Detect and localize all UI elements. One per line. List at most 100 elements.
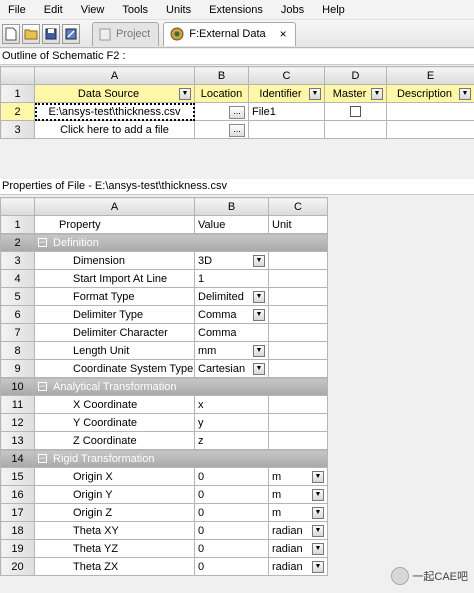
- row-number[interactable]: 2: [0, 233, 35, 252]
- property-name[interactable]: Z Coordinate: [34, 431, 195, 450]
- collapse-icon[interactable]: −: [38, 382, 47, 392]
- unit-cell[interactable]: m ▼: [268, 485, 328, 504]
- unit-cell[interactable]: m ▼: [268, 467, 328, 486]
- data-source-cell[interactable]: E:\ansys-test\thickness.csv: [34, 102, 195, 121]
- column-letter[interactable]: C: [268, 197, 328, 216]
- section-header[interactable]: − Rigid Transformation: [34, 449, 328, 468]
- chevron-down-icon[interactable]: ▼: [312, 524, 324, 537]
- value-cell[interactable]: Delimited ▼: [194, 287, 269, 306]
- chevron-down-icon[interactable]: ▼: [371, 87, 383, 100]
- value-cell[interactable]: Cartesian ▼: [194, 359, 269, 378]
- row-number[interactable]: 1: [0, 215, 35, 234]
- header-identifier[interactable]: Identifier ▼: [248, 84, 325, 103]
- chevron-down-icon[interactable]: ▼: [253, 254, 265, 267]
- value-cell[interactable]: x: [194, 395, 269, 414]
- column-letter[interactable]: B: [194, 66, 249, 85]
- row-number[interactable]: 5: [0, 287, 35, 306]
- value-cell[interactable]: 3D ▼: [194, 251, 269, 270]
- browse-button[interactable]: ...: [229, 123, 245, 137]
- tab-project[interactable]: Project: [92, 21, 160, 46]
- row-number[interactable]: 3: [0, 251, 35, 270]
- column-letter[interactable]: A: [34, 66, 195, 85]
- description-cell[interactable]: [386, 120, 474, 139]
- value-cell[interactable]: 0: [194, 539, 269, 558]
- value-cell[interactable]: y: [194, 413, 269, 432]
- column-letter[interactable]: C: [248, 66, 325, 85]
- property-name[interactable]: Dimension: [34, 251, 195, 270]
- value-cell[interactable]: 0: [194, 521, 269, 540]
- header-master[interactable]: Master ▼: [324, 84, 387, 103]
- browse-button[interactable]: ...: [229, 105, 245, 119]
- unit-cell[interactable]: radian ▼: [268, 521, 328, 540]
- value-cell[interactable]: Comma ▼: [194, 305, 269, 324]
- open-file-button[interactable]: [22, 23, 40, 44]
- chevron-down-icon[interactable]: ▼: [179, 87, 191, 100]
- chevron-down-icon[interactable]: ▼: [312, 560, 324, 573]
- row-number[interactable]: 19: [0, 539, 35, 558]
- property-name[interactable]: Coordinate System Type: [34, 359, 195, 378]
- row-number[interactable]: 18: [0, 521, 35, 540]
- property-name[interactable]: Origin X: [34, 467, 195, 486]
- column-letter[interactable]: D: [324, 66, 387, 85]
- description-cell[interactable]: [386, 102, 474, 121]
- unit-cell[interactable]: radian ▼: [268, 557, 328, 576]
- value-cell[interactable]: 0: [194, 485, 269, 504]
- save-button[interactable]: [42, 23, 60, 44]
- chevron-down-icon[interactable]: ▼: [312, 506, 324, 519]
- row-number[interactable]: 2: [0, 102, 35, 121]
- chevron-down-icon[interactable]: ▼: [312, 488, 324, 501]
- menu-file[interactable]: File: [0, 0, 36, 20]
- property-name[interactable]: Theta YZ: [34, 539, 195, 558]
- property-name[interactable]: Delimiter Character: [34, 323, 195, 342]
- chevron-down-icon[interactable]: ▼: [312, 470, 324, 483]
- chevron-down-icon[interactable]: ▼: [253, 344, 265, 357]
- property-name[interactable]: Theta XY: [34, 521, 195, 540]
- property-name[interactable]: Origin Y: [34, 485, 195, 504]
- save-as-button[interactable]: [62, 23, 80, 44]
- row-number[interactable]: 9: [0, 359, 35, 378]
- unit-cell[interactable]: m ▼: [268, 503, 328, 522]
- menu-jobs[interactable]: Jobs: [273, 0, 314, 20]
- property-name[interactable]: Format Type: [34, 287, 195, 306]
- master-cell[interactable]: [324, 120, 387, 139]
- property-name[interactable]: Theta ZX: [34, 557, 195, 576]
- header-data-source[interactable]: Data Source ▼: [34, 84, 195, 103]
- collapse-icon[interactable]: −: [38, 238, 47, 248]
- menu-extensions[interactable]: Extensions: [201, 0, 273, 20]
- menu-units[interactable]: Units: [158, 0, 201, 20]
- row-number[interactable]: 7: [0, 323, 35, 342]
- chevron-down-icon[interactable]: ▼: [459, 87, 471, 100]
- row-number[interactable]: 16: [0, 485, 35, 504]
- chevron-down-icon[interactable]: ▼: [253, 290, 265, 303]
- value-cell[interactable]: 0: [194, 467, 269, 486]
- menu-view[interactable]: View: [73, 0, 115, 20]
- value-cell[interactable]: mm ▼: [194, 341, 269, 360]
- chevron-down-icon[interactable]: ▼: [253, 362, 265, 375]
- chevron-down-icon[interactable]: ▼: [309, 87, 321, 100]
- section-header[interactable]: − Definition: [34, 233, 328, 252]
- property-name[interactable]: Y Coordinate: [34, 413, 195, 432]
- row-number[interactable]: 1: [0, 84, 35, 103]
- menu-edit[interactable]: Edit: [36, 0, 73, 20]
- row-number[interactable]: 14: [0, 449, 35, 468]
- property-name[interactable]: X Coordinate: [34, 395, 195, 414]
- menu-tools[interactable]: Tools: [114, 0, 158, 20]
- identifier-cell[interactable]: File1: [248, 102, 325, 121]
- unit-cell[interactable]: radian ▼: [268, 539, 328, 558]
- master-checkbox[interactable]: [350, 106, 361, 118]
- identifier-cell[interactable]: [248, 120, 325, 139]
- collapse-icon[interactable]: −: [38, 454, 47, 464]
- property-name[interactable]: Length Unit: [34, 341, 195, 360]
- property-name[interactable]: Origin Z: [34, 503, 195, 522]
- row-number[interactable]: 11: [0, 395, 35, 414]
- column-letter[interactable]: A: [34, 197, 195, 216]
- location-cell[interactable]: ...: [194, 102, 249, 121]
- row-number[interactable]: 20: [0, 557, 35, 576]
- master-cell[interactable]: [324, 102, 387, 121]
- row-number[interactable]: 10: [0, 377, 35, 396]
- header-description[interactable]: Description ▼: [386, 84, 474, 103]
- value-cell[interactable]: 0: [194, 557, 269, 576]
- menu-help[interactable]: Help: [314, 0, 355, 20]
- new-file-button[interactable]: [2, 23, 20, 44]
- value-cell[interactable]: z: [194, 431, 269, 450]
